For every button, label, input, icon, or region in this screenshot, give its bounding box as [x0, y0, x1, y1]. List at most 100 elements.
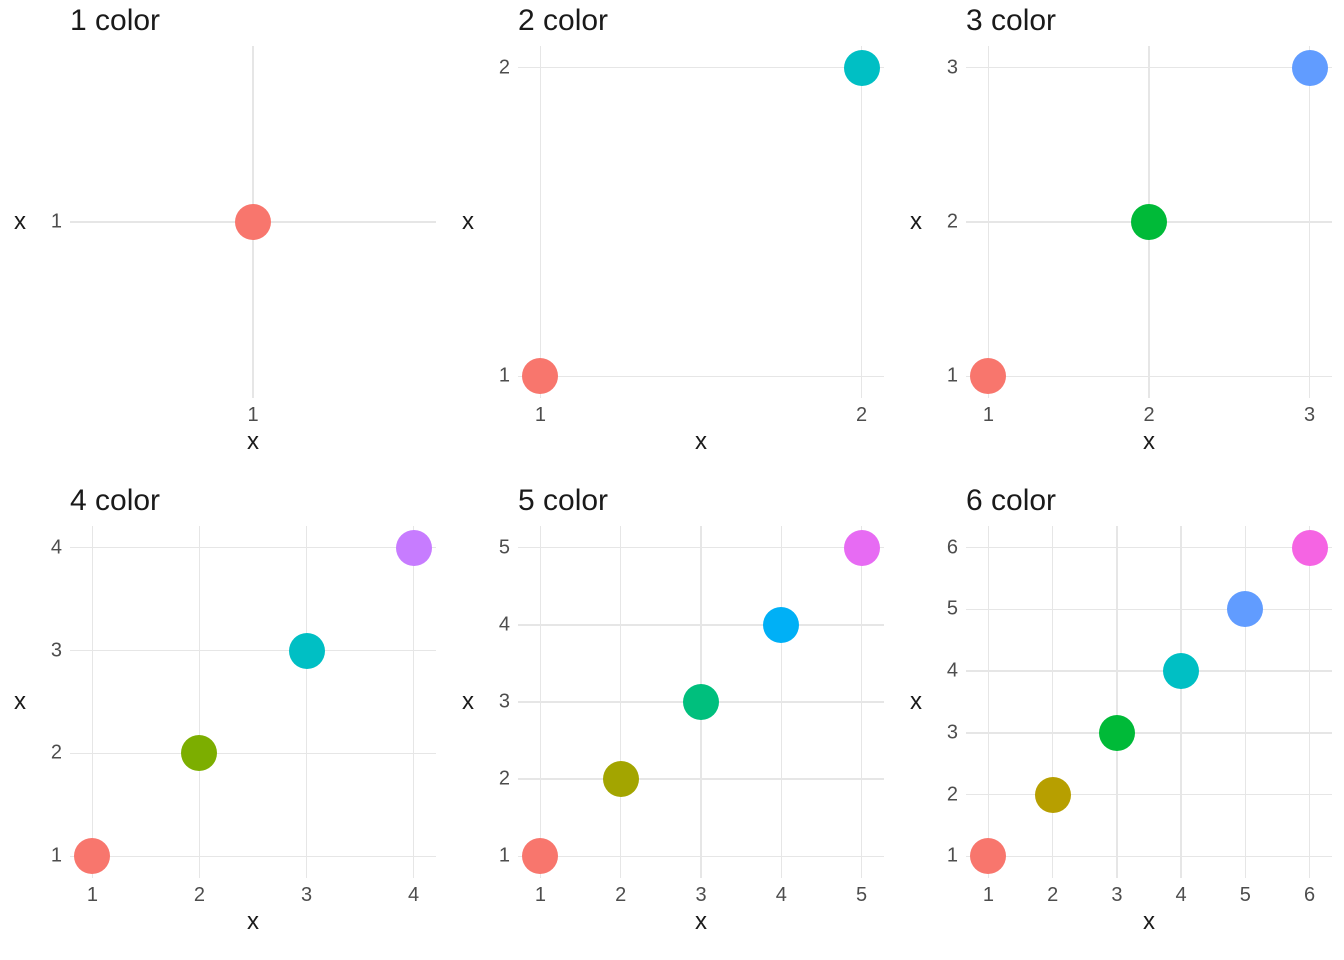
- plot-area: xx11: [70, 46, 436, 398]
- y-tick-label: 1: [51, 211, 62, 234]
- gridline-vertical: [861, 46, 863, 398]
- data-point: [970, 358, 1006, 394]
- data-point: [74, 838, 110, 874]
- gridline-horizontal: [966, 376, 1332, 378]
- y-axis-label: x: [14, 688, 26, 716]
- x-tick-label: 1: [535, 404, 546, 427]
- data-point: [683, 684, 719, 720]
- gridline-horizontal: [518, 624, 884, 626]
- x-tick-label: 2: [1047, 884, 1058, 907]
- y-tick-label: 2: [947, 783, 958, 806]
- data-point: [181, 735, 217, 771]
- gridline-horizontal: [966, 794, 1332, 796]
- y-axis-label: x: [462, 688, 474, 716]
- x-tick-label: 3: [1304, 404, 1315, 427]
- data-point: [970, 838, 1006, 874]
- data-point: [1099, 715, 1135, 751]
- data-point: [1292, 530, 1328, 566]
- x-axis-label: x: [1143, 428, 1155, 456]
- gridline-horizontal: [966, 670, 1332, 672]
- chart-panel-4: 4 colorxx12341234: [0, 480, 448, 960]
- x-axis-label: x: [247, 428, 259, 456]
- x-tick-label: 3: [301, 884, 312, 907]
- gridline-vertical: [1116, 526, 1118, 878]
- chart-title: 4 color: [70, 484, 160, 518]
- chart-panel-2: 2 color xx1212: [448, 0, 896, 480]
- data-point: [289, 633, 325, 669]
- y-tick-label: 4: [51, 536, 62, 559]
- data-point: [1292, 50, 1328, 86]
- chart-panel-1: 1 colorxx11: [0, 0, 448, 480]
- data-point: [1035, 777, 1071, 813]
- gridline-horizontal: [518, 376, 884, 378]
- y-tick-label: 2: [947, 211, 958, 234]
- gridline-vertical: [413, 526, 415, 878]
- gridline-vertical: [306, 526, 308, 878]
- gridline-horizontal: [518, 778, 884, 780]
- x-tick-label: 6: [1304, 884, 1315, 907]
- gridline-vertical: [1180, 526, 1182, 878]
- chart-title: 1 color: [70, 4, 160, 38]
- gridline-horizontal: [70, 753, 436, 755]
- data-point: [522, 358, 558, 394]
- y-tick-label: 4: [947, 660, 958, 683]
- gridline-horizontal: [966, 67, 1332, 69]
- data-point: [603, 761, 639, 797]
- x-tick-label: 1: [247, 404, 258, 427]
- y-axis-label: x: [14, 208, 26, 236]
- gridline-vertical: [1245, 526, 1247, 878]
- y-tick-label: 2: [51, 742, 62, 765]
- data-point: [1131, 204, 1167, 240]
- x-axis-label: x: [695, 908, 707, 936]
- gridline-vertical: [988, 526, 990, 878]
- x-tick-label: 3: [695, 884, 706, 907]
- gridline-vertical: [1309, 526, 1311, 878]
- gridline-vertical: [540, 46, 542, 398]
- x-tick-label: 5: [1240, 884, 1251, 907]
- plot-area: xx1234512345: [518, 526, 884, 878]
- plot-area: xx1212: [518, 46, 884, 398]
- x-axis-label: x: [247, 908, 259, 936]
- y-axis-label: x: [910, 688, 922, 716]
- x-tick-label: 4: [1176, 884, 1187, 907]
- y-tick-label: 1: [947, 845, 958, 868]
- y-tick-label: 6: [947, 536, 958, 559]
- data-point: [763, 607, 799, 643]
- x-tick-label: 4: [408, 884, 419, 907]
- y-tick-label: 1: [51, 845, 62, 868]
- gridline-horizontal: [70, 650, 436, 652]
- chart-title: 2 color: [518, 4, 608, 38]
- x-tick-label: 4: [776, 884, 787, 907]
- x-tick-label: 1: [983, 884, 994, 907]
- y-tick-label: 3: [947, 56, 958, 79]
- gridline-horizontal: [518, 67, 884, 69]
- y-tick-label: 3: [51, 639, 62, 662]
- chart-title: 3 color: [966, 4, 1056, 38]
- x-tick-label: 2: [194, 884, 205, 907]
- y-tick-label: 5: [499, 536, 510, 559]
- x-tick-label: 2: [856, 404, 867, 427]
- y-tick-label: 2: [499, 768, 510, 791]
- chart-panel-5: 5 color xx1234512345: [448, 480, 896, 960]
- chart-title: 6 color: [966, 484, 1056, 518]
- y-tick-label: 1: [947, 365, 958, 388]
- data-point: [844, 530, 880, 566]
- x-tick-label: 3: [1111, 884, 1122, 907]
- y-tick-label: 3: [499, 691, 510, 714]
- chart-title: 5 color: [518, 484, 608, 518]
- plot-area: xx123456123456: [966, 526, 1332, 878]
- gridline-horizontal: [70, 856, 436, 858]
- gridline-vertical: [1052, 526, 1054, 878]
- x-tick-label: 5: [856, 884, 867, 907]
- gridline-horizontal: [70, 547, 436, 549]
- x-tick-label: 1: [535, 884, 546, 907]
- data-point: [522, 838, 558, 874]
- plot-area: xx123123: [966, 46, 1332, 398]
- gridline-horizontal: [966, 547, 1332, 549]
- x-axis-label: x: [695, 428, 707, 456]
- x-tick-label: 1: [983, 404, 994, 427]
- y-tick-label: 2: [499, 56, 510, 79]
- data-point: [235, 204, 271, 240]
- gridline-vertical: [92, 526, 94, 878]
- data-point: [396, 530, 432, 566]
